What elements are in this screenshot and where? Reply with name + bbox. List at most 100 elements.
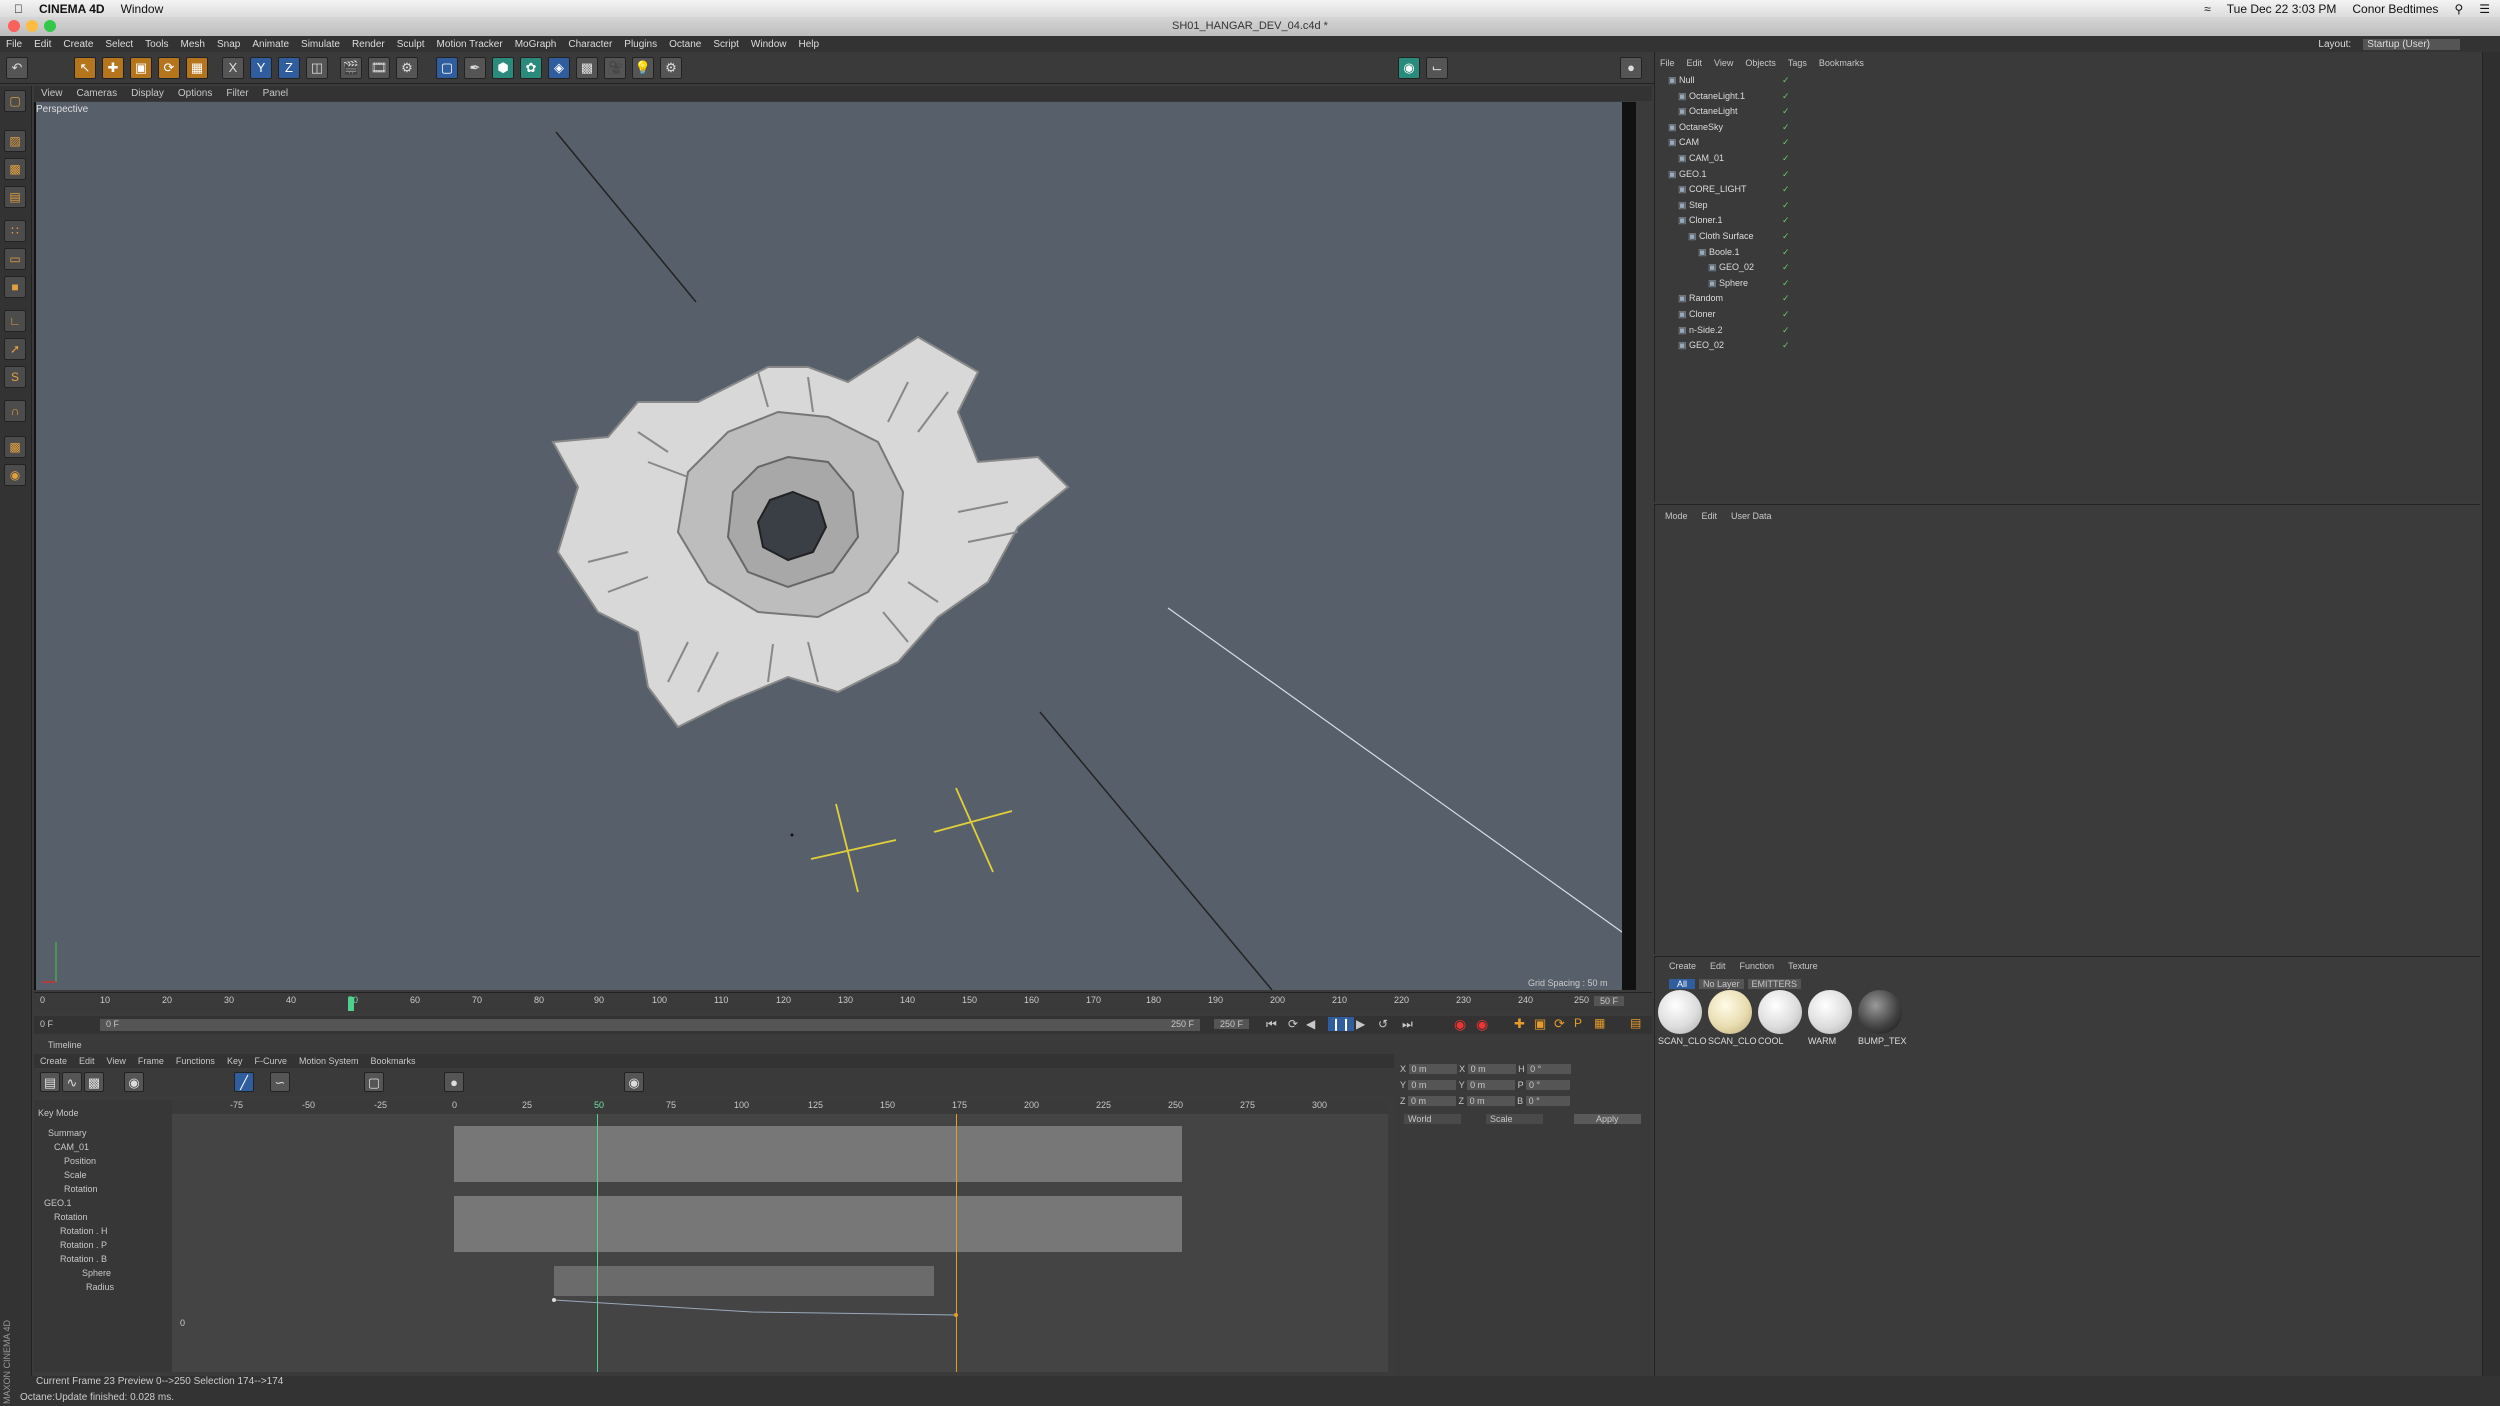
viewport-menu-options[interactable]: Options (178, 88, 212, 99)
range-slider[interactable]: 0 F 250 F (100, 1019, 1200, 1031)
menu-mograph[interactable]: MoGraph (515, 39, 557, 50)
layout-select[interactable]: Startup (User) (2363, 38, 2460, 50)
viewport-menu-cameras[interactable]: Cameras (77, 88, 118, 99)
track-rotation-p[interactable]: Rotation . P (34, 1238, 172, 1252)
attr-menu-mode[interactable]: Mode (1665, 511, 1688, 521)
rot-b-field[interactable]: 0 ° (1525, 1096, 1570, 1106)
points-mode-icon[interactable]: ∷ (4, 220, 26, 242)
menu-create[interactable]: Create (63, 39, 93, 50)
notification-icon[interactable]: ☰ (2479, 2, 2490, 16)
timeline-menu-view[interactable]: View (107, 1056, 126, 1066)
rot-p-field[interactable]: 0 ° (1525, 1080, 1571, 1090)
menu-render[interactable]: Render (352, 39, 385, 50)
keyframe-scale-icon[interactable]: ▣ (1534, 1016, 1546, 1032)
object-item[interactable]: ▣ OctaneSky ✓ (1658, 122, 1790, 137)
render-settings-icon[interactable]: ⚙ (396, 57, 418, 79)
material-swatch[interactable] (1858, 990, 1902, 1034)
object-item[interactable]: ▣ Boole.1 ✓ (1658, 247, 1790, 262)
menu-octane[interactable]: Octane (669, 39, 701, 50)
timeline-menu-bookmarks[interactable]: Bookmarks (371, 1056, 416, 1066)
size-y-field[interactable]: 0 m (1467, 1080, 1516, 1090)
visibility-check-icon[interactable]: ✓ (1782, 325, 1790, 336)
material-swatch[interactable] (1758, 990, 1802, 1034)
bounce-icon[interactable]: ● (444, 1072, 464, 1092)
menu-simulate[interactable]: Simulate (301, 39, 340, 50)
track-cam01[interactable]: CAM_01 (34, 1140, 172, 1154)
timeline-menu-create[interactable]: Create (40, 1056, 67, 1066)
visibility-check-icon[interactable]: ✓ (1782, 262, 1790, 273)
track-sphere[interactable]: Sphere (34, 1266, 172, 1280)
subdivision-icon[interactable]: ⬢ (492, 57, 514, 79)
apply-button[interactable]: Apply (1574, 1114, 1641, 1124)
size-x-field[interactable]: 0 m (1467, 1064, 1516, 1074)
menu-motion-tracker[interactable]: Motion Tracker (437, 39, 503, 50)
menu-tools[interactable]: Tools (145, 39, 168, 50)
wifi-icon[interactable]: ≈ (2204, 2, 2211, 16)
menu-animate[interactable]: Animate (252, 39, 289, 50)
mat-filter-all[interactable]: All (1669, 979, 1696, 989)
visibility-check-icon[interactable]: ✓ (1782, 293, 1790, 304)
coordinate-system-icon[interactable]: ◫ (306, 57, 328, 79)
objects-menu-edit[interactable]: Edit (1687, 58, 1703, 70)
viewport-canvas[interactable] (34, 102, 1636, 990)
axis-z-button[interactable]: Z (278, 57, 300, 79)
loop-icon[interactable]: ⟳ (1288, 1017, 1298, 1031)
keyframe-position-icon[interactable]: ✚ (1514, 1016, 1525, 1032)
undo-icon[interactable]: ↶ (6, 57, 28, 79)
fcurve-mode-icon[interactable]: ∿ (62, 1072, 82, 1092)
step-back-icon[interactable]: ◀ (1306, 1017, 1315, 1031)
timeline-menu-fcurve[interactable]: F-Curve (254, 1056, 287, 1066)
snap-icon[interactable]: ⌙ (1426, 57, 1448, 79)
edges-mode-icon[interactable]: ▭ (4, 248, 26, 270)
track-radius[interactable]: Radius (34, 1280, 172, 1294)
render-view-icon[interactable]: 🎬 (340, 57, 362, 79)
object-item[interactable]: ▣ Step ✓ (1658, 200, 1790, 215)
window-menu[interactable]: Window (121, 2, 164, 16)
clock[interactable]: Tue Dec 22 3:03 PM (2227, 2, 2337, 16)
material-swatch[interactable] (1708, 990, 1752, 1034)
playhead-marker[interactable] (348, 997, 354, 1011)
model-mode-icon[interactable]: ▨ (4, 130, 26, 152)
menu-help[interactable]: Help (798, 39, 819, 50)
timeline-key-area[interactable]: -75 -50 -25 0 25 50 75 100 125 150 175 2… (172, 1100, 1388, 1372)
record-keyframe-icon[interactable]: ◉ (1454, 1016, 1466, 1033)
render-picture-viewer-icon[interactable]: 🎞 (368, 57, 390, 79)
object-item[interactable]: ▣ Sphere ✓ (1658, 278, 1790, 293)
mat-filter-no-layer[interactable]: No Layer (1699, 979, 1744, 989)
rot-h-field[interactable]: 0 ° (1527, 1064, 1572, 1074)
visibility-check-icon[interactable]: ✓ (1782, 200, 1790, 211)
motion-mode-icon[interactable]: ▩ (84, 1072, 104, 1092)
solo-icon[interactable]: ◉ (4, 464, 26, 486)
apple-icon[interactable]:  (14, 2, 23, 16)
object-item[interactable]: ▣ Cloner ✓ (1658, 309, 1790, 324)
record-curve-icon[interactable]: ◉ (624, 1072, 644, 1092)
current-frame-field[interactable]: 50 F (1594, 996, 1625, 1006)
menu-file[interactable]: File (6, 39, 22, 50)
goto-start-icon[interactable]: ⏮ (1266, 1017, 1277, 1032)
visibility-check-icon[interactable]: ✓ (1782, 106, 1790, 117)
mat-filter-emitters[interactable]: EMITTERS (1747, 979, 1802, 989)
scale-icon[interactable]: ▣ (130, 57, 152, 79)
workplane-icon[interactable]: ▤ (4, 186, 26, 208)
frame-all-icon[interactable]: ▢ (364, 1072, 384, 1092)
track-position[interactable]: Position (34, 1154, 172, 1168)
track-rotation-h[interactable]: Rotation . H (34, 1224, 172, 1238)
keyframe-rotation-icon[interactable]: ⟳ (1554, 1016, 1565, 1032)
object-item[interactable]: ▣ Random ✓ (1658, 293, 1790, 308)
linear-interp-icon[interactable]: ╱ (234, 1072, 254, 1092)
track-geo1[interactable]: GEO.1 (34, 1196, 172, 1210)
app-menu-name[interactable]: CINEMA 4D (39, 2, 105, 16)
visibility-check-icon[interactable]: ✓ (1782, 215, 1790, 226)
object-item[interactable]: ▣ Null ✓ (1658, 75, 1790, 90)
visibility-check-icon[interactable]: ✓ (1782, 153, 1790, 164)
track-rotation[interactable]: Rotation (34, 1182, 172, 1196)
mat-menu-texture[interactable]: Texture (1788, 961, 1818, 971)
menu-edit[interactable]: Edit (34, 39, 51, 50)
menu-window[interactable]: Window (751, 39, 787, 50)
timeline-menu-frame[interactable]: Frame (138, 1056, 164, 1066)
spline-interp-icon[interactable]: ∽ (270, 1072, 290, 1092)
live-select-icon[interactable]: ↖ (74, 57, 96, 79)
object-item[interactable]: ▣ Cloth Surface ✓ (1658, 231, 1790, 246)
octane-live-viewer-icon[interactable]: ◉ (1398, 57, 1420, 79)
menu-select[interactable]: Select (105, 39, 133, 50)
